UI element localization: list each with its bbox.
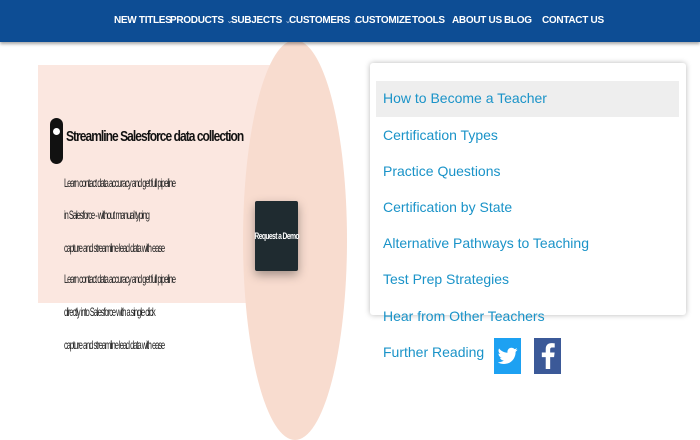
- request-demo-button[interactable]: Request a Demo: [254, 201, 299, 271]
- promo-text-line: directly into Salesforce with a single c…: [64, 305, 156, 319]
- nav-label: PRODUCTS: [170, 15, 224, 26]
- nav-label: SUBJECTS: [231, 15, 282, 26]
- menu-item-test-prep-strategies[interactable]: Test Prep Strategies: [383, 269, 509, 289]
- nav-label: NEW TITLES: [114, 15, 172, 26]
- menu-item-alternative-pathways[interactable]: Alternative Pathways to Teaching: [383, 233, 589, 253]
- nav-item-about-us[interactable]: ABOUT US: [452, 0, 502, 42]
- promo-text-line: Learn contact data accuracy and get full…: [64, 272, 176, 286]
- nav-item-blog[interactable]: BLOG: [504, 0, 532, 42]
- menu-item-hear-from-other-teachers[interactable]: Hear from Other Teachers: [383, 306, 545, 326]
- nav-label: CONTACT US: [542, 15, 604, 26]
- nav-item-tools[interactable]: TOOLS: [412, 0, 445, 42]
- nav-label: CUSTOMERS: [289, 15, 351, 26]
- brand-logo: [50, 118, 63, 164]
- promo-text-line: capture and streamline lead data with ea…: [64, 338, 165, 352]
- nav-item-products[interactable]: PRODUCTS ⌄: [170, 0, 233, 42]
- menu-item-how-to-become-a-teacher[interactable]: How to Become a Teacher: [383, 88, 547, 108]
- nav-label: TOOLS: [412, 15, 445, 26]
- menu-item-certification-types[interactable]: Certification Types: [383, 125, 498, 145]
- facebook-icon: [541, 343, 555, 369]
- twitter-button[interactable]: [494, 338, 521, 374]
- request-demo-label: Request a Demo: [254, 231, 299, 241]
- twitter-icon: [497, 347, 518, 364]
- nav-label: CUSTOMIZE: [355, 15, 412, 26]
- facebook-button[interactable]: [534, 338, 561, 374]
- nav-item-new-titles[interactable]: NEW TITLES: [114, 0, 172, 42]
- nav-label: BLOG: [504, 15, 532, 26]
- nav-item-subjects[interactable]: SUBJECTS ⌄: [231, 0, 291, 42]
- promo-text-line: in Salesforce - without manual typing: [64, 208, 150, 222]
- nav-item-customers[interactable]: CUSTOMERS ⌄: [289, 0, 359, 42]
- promo-text-line: Learn contact data accuracy and get full…: [64, 176, 176, 190]
- menu-item-further-reading[interactable]: Further Reading: [383, 342, 484, 362]
- promo-text-line: capture and streamline lead data with ea…: [64, 241, 165, 255]
- promo-heading: Streamline Salesforce data collection: [66, 128, 244, 145]
- nav-item-contact-us[interactable]: CONTACT US: [542, 0, 604, 42]
- nav-label: ABOUT US: [452, 15, 502, 26]
- menu-item-practice-questions[interactable]: Practice Questions: [383, 161, 501, 181]
- nav-item-customize[interactable]: CUSTOMIZE: [355, 0, 411, 42]
- top-navigation-bar: NEW TITLES PRODUCTS ⌄ SUBJECTS ⌄ CUSTOMERS…: [0, 0, 700, 42]
- menu-item-certification-by-state[interactable]: Certification by State: [383, 197, 512, 217]
